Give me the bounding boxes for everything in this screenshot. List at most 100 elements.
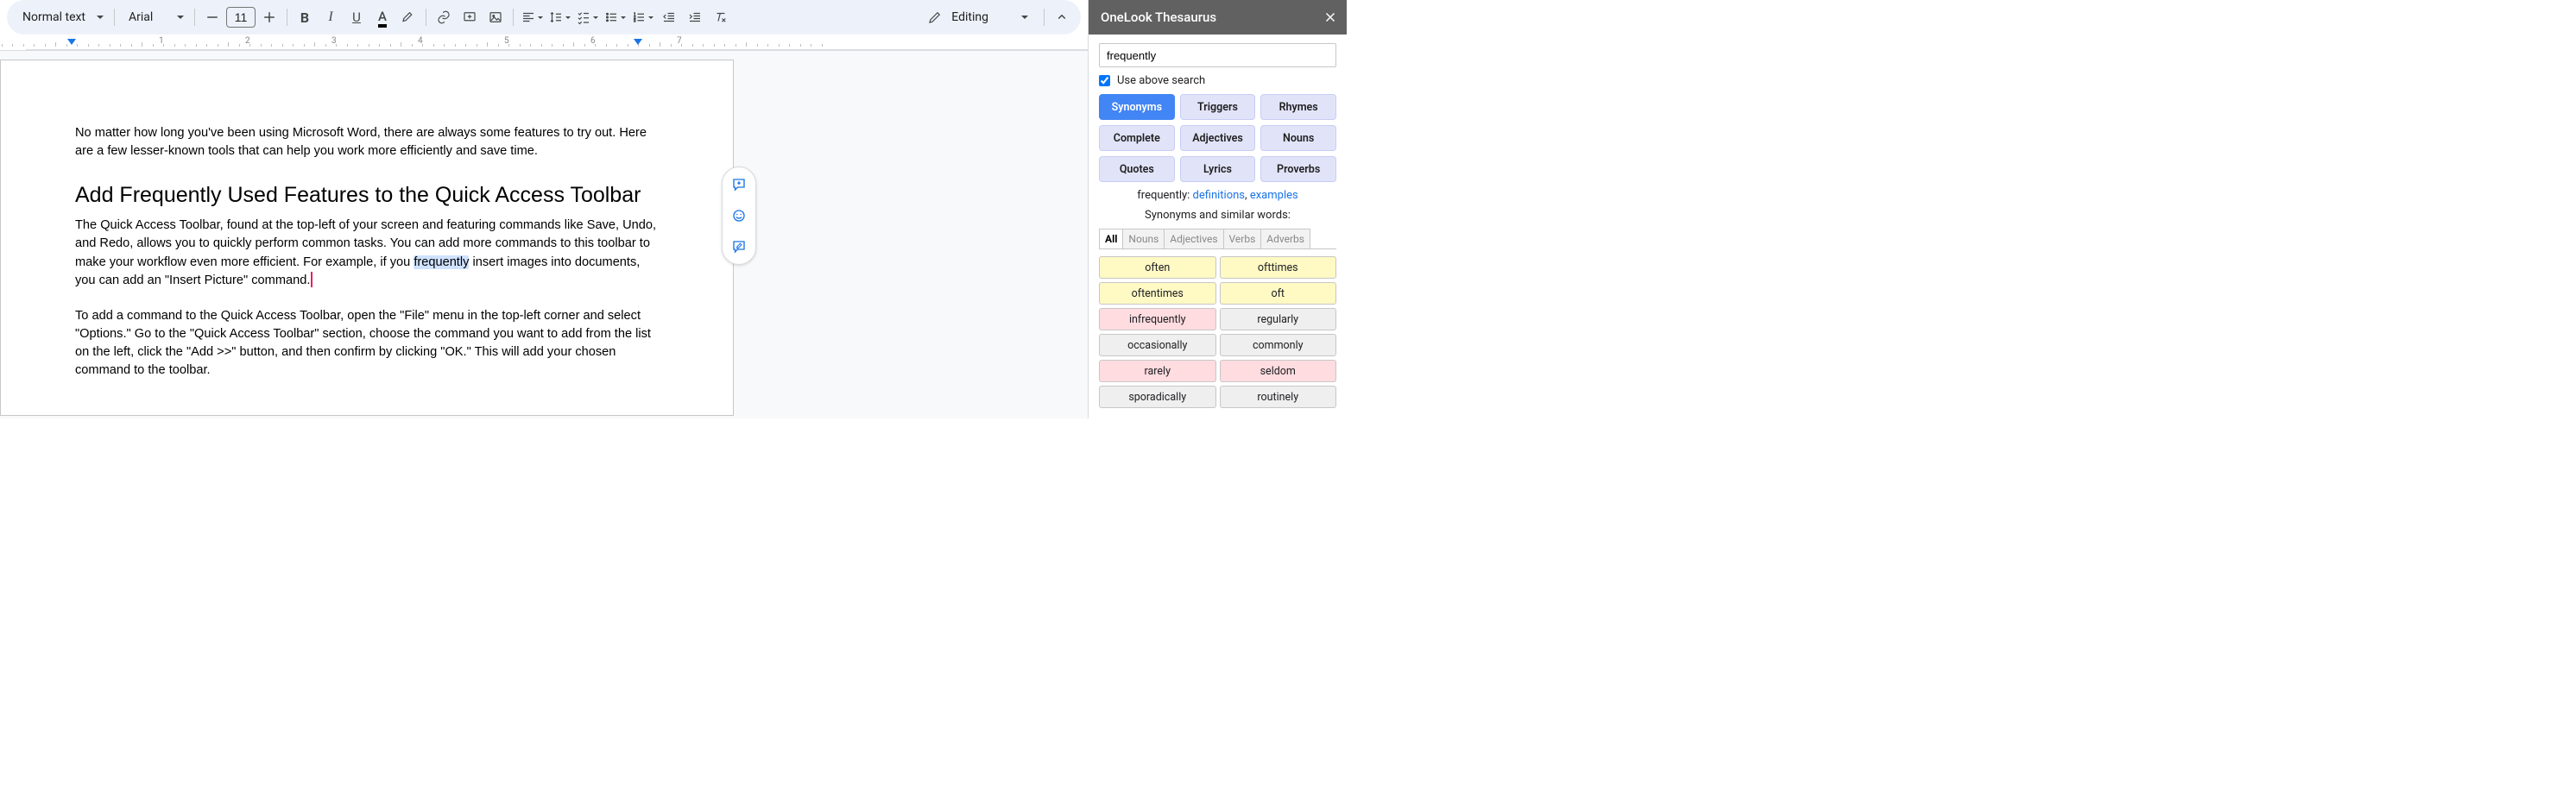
collapse-toolbar-button[interactable] [1050,5,1074,29]
indent-decrease-button[interactable] [657,5,681,29]
add-comment-icon [462,9,477,25]
thesaurus-sidebar: OneLook Thesaurus Use above search Synon… [1088,0,1347,418]
clear-formatting-icon [713,9,729,25]
query-tab-adjectives[interactable]: Adjectives [1180,125,1256,151]
use-above-search-checkbox[interactable]: Use above search [1099,74,1336,87]
use-above-checkbox-input[interactable] [1099,75,1110,86]
pos-tab-adjectives[interactable]: Adjectives [1164,229,1223,248]
italic-icon: I [328,9,332,25]
link-icon [436,9,451,25]
indent-increase-button[interactable] [683,5,707,29]
caret-down-icon [565,16,571,19]
font-size-increase[interactable] [257,5,281,29]
ruler-indent-marker[interactable] [67,39,76,45]
caret-down-icon [621,16,626,19]
caret-down-icon [97,16,104,19]
pos-tab-nouns[interactable]: Nouns [1122,229,1165,248]
result-rarely[interactable]: rarely [1099,360,1216,382]
paragraph[interactable]: To add a command to the Quick Access Too… [75,307,659,380]
bulleted-list-button[interactable] [602,5,628,29]
pos-tab-all[interactable]: All [1099,229,1123,248]
result-oftentimes[interactable]: oftentimes [1099,282,1216,305]
pos-tab-adverbs[interactable]: Adverbs [1260,229,1310,248]
add-comment-button[interactable] [458,5,482,29]
highlighter-icon [401,9,416,25]
line-spacing-button[interactable] [546,5,572,29]
toolbar: Normal text Arial B I U A [7,0,1081,35]
result-ofttimes[interactable]: ofttimes [1220,256,1337,279]
bold-icon: B [300,9,309,26]
ruler-number: 5 [504,36,509,46]
ruler[interactable]: 1234567 [0,36,1088,50]
query-tab-complete[interactable]: Complete [1099,125,1175,151]
paragraph-style-label: Normal text [22,10,85,24]
results-grid: oftenofttimesoftentimesoftinfrequentlyre… [1099,256,1336,408]
insert-link-button[interactable] [432,5,456,29]
add-comment-fab[interactable] [727,173,751,197]
font-family-select[interactable]: Arial [120,4,189,30]
bulleted-list-icon [603,9,619,25]
result-often[interactable]: often [1099,256,1216,279]
use-above-label: Use above search [1117,74,1205,87]
caret-down-icon [177,16,184,19]
caret-down-icon [648,16,653,19]
clear-formatting-button[interactable] [709,5,733,29]
checklist-button[interactable] [574,5,600,29]
align-button[interactable] [519,5,545,29]
result-occasionally[interactable]: occasionally [1099,334,1216,356]
bold-button[interactable]: B [293,5,317,29]
pencil-icon [927,9,943,25]
result-sporadically[interactable]: sporadically [1099,386,1216,408]
paragraph-style-select[interactable]: Normal text [14,4,109,30]
indent-increase-icon [687,9,703,25]
caret-down-icon [1021,16,1028,19]
highlight-color-button[interactable] [396,5,420,29]
paragraph[interactable]: No matter how long you've been using Mic… [75,124,659,160]
font-size-input[interactable] [226,7,256,28]
query-type-tabs: SynonymsTriggersRhymes CompleteAdjectives… [1099,94,1336,182]
image-icon [488,9,503,25]
definitions-link[interactable]: definitions [1193,189,1246,202]
ruler-number: 7 [677,36,682,46]
query-tab-proverbs[interactable]: Proverbs [1260,156,1336,182]
chevron-up-icon [1054,9,1070,25]
examples-link[interactable]: examples [1250,189,1298,202]
ruler-number: 2 [245,36,250,46]
close-sidebar-button[interactable] [1323,9,1338,25]
query-tab-synonyms[interactable]: Synonyms [1099,94,1175,120]
pos-tab-verbs[interactable]: Verbs [1223,229,1262,248]
query-tab-quotes[interactable]: Quotes [1099,156,1175,182]
close-icon [1323,9,1338,25]
emoji-reaction-fab[interactable] [727,204,751,228]
separator [114,9,115,26]
ruler-right-marker[interactable] [634,39,642,45]
text-color-button[interactable]: A [370,5,395,29]
numbered-list-button[interactable]: 123 [629,5,655,29]
query-tab-lyrics[interactable]: Lyrics [1180,156,1256,182]
paragraph[interactable]: The Quick Access Toolbar, found at the t… [75,217,659,290]
heading[interactable]: Add Frequently Used Features to the Quic… [75,183,659,208]
result-infrequently[interactable]: infrequently [1099,308,1216,330]
result-commonly[interactable]: commonly [1220,334,1337,356]
font-size-decrease[interactable] [200,5,224,29]
suggest-edits-fab[interactable] [727,235,751,259]
separator [1044,9,1045,26]
italic-button[interactable]: I [319,5,343,29]
result-routinely[interactable]: routinely [1220,386,1337,408]
text-cursor [311,272,313,287]
floating-actions [722,167,756,265]
line-spacing-icon [548,9,564,25]
editing-mode-button[interactable]: Editing [915,3,1039,31]
result-regularly[interactable]: regularly [1220,308,1337,330]
query-tab-triggers[interactable]: Triggers [1180,94,1256,120]
query-tab-nouns[interactable]: Nouns [1260,125,1336,151]
thesaurus-search-input[interactable] [1099,43,1336,67]
insert-image-button[interactable] [483,5,508,29]
selected-word[interactable]: frequently [414,255,469,269]
result-seldom[interactable]: seldom [1220,360,1337,382]
query-tab-rhymes[interactable]: Rhymes [1260,94,1336,120]
result-oft[interactable]: oft [1220,282,1337,305]
separator [513,9,514,26]
underline-button[interactable]: U [344,5,369,29]
document-page[interactable]: No matter how long you've been using Mic… [0,60,734,416]
